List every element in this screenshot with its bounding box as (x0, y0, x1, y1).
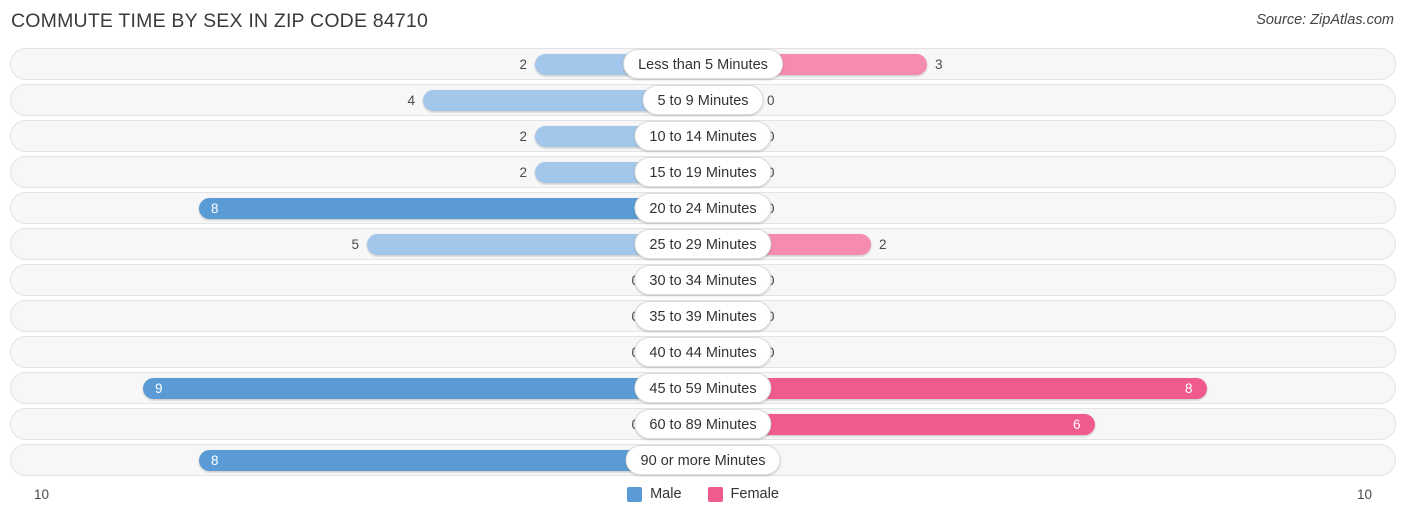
chart-footer: 10 10 Male Female (0, 484, 1406, 522)
page-title: COMMUTE TIME BY SEX IN ZIP CODE 84710 (11, 10, 429, 32)
category-label: 45 to 59 Minutes (634, 373, 772, 403)
source-attribution: Source: ZipAtlas.com (1256, 12, 1394, 28)
male-color-swatch (627, 486, 643, 502)
male-value-label: 8 (211, 453, 219, 468)
category-label: 90 or more Minutes (625, 445, 781, 475)
female-value-label: 8 (1185, 381, 1193, 396)
male-value-label: 0 (10, 271, 639, 290)
category-label: 15 to 19 Minutes (634, 157, 772, 187)
legend-item-female[interactable]: Female (707, 486, 779, 502)
male-value-label: 5 (351, 237, 359, 252)
female-bar[interactable] (703, 378, 1207, 399)
chart-row: 2 3 Less than 5 Minutes (10, 46, 1396, 82)
category-label: 10 to 14 Minutes (634, 121, 772, 151)
male-value-label: 9 (155, 381, 163, 396)
female-value-label: 0 (767, 93, 775, 108)
chart-legend: Male Female (0, 486, 1406, 502)
chart-row: 0030 to 34 Minutes (10, 262, 1396, 298)
chart-row: 0040 to 44 Minutes (10, 334, 1396, 370)
chart-header: COMMUTE TIME BY SEX IN ZIP CODE 84710 So… (0, 0, 1406, 44)
chart-row: 5 2 25 to 29 Minutes (10, 226, 1396, 262)
category-label: 20 to 24 Minutes (634, 193, 772, 223)
legend-label-female: Female (730, 486, 779, 502)
category-label: Less than 5 Minutes (623, 49, 783, 79)
chart-row: 4 05 to 9 Minutes (10, 82, 1396, 118)
male-value-label: 0 (10, 307, 639, 326)
category-label: 35 to 39 Minutes (634, 301, 772, 331)
chart-row: 2015 to 19 Minutes (10, 154, 1396, 190)
category-label: 30 to 34 Minutes (634, 265, 772, 295)
male-bar[interactable] (143, 378, 703, 399)
category-label: 25 to 29 Minutes (634, 229, 772, 259)
female-color-swatch (707, 486, 723, 502)
legend-label-male: Male (650, 486, 682, 502)
category-label: 5 to 9 Minutes (642, 85, 764, 115)
male-value-label: 8 (211, 201, 219, 216)
chart-row: 8090 or more Minutes (10, 442, 1396, 478)
male-value-label: 2 (519, 165, 527, 180)
male-value-label: 2 (519, 57, 527, 72)
chart-row: 9 8 45 to 59 Minutes (10, 370, 1396, 406)
male-value-label: 0 (10, 343, 639, 362)
male-value-label: 4 (407, 93, 415, 108)
chart-row: 2010 to 14 Minutes (10, 118, 1396, 154)
chart-row: 8020 to 24 Minutes (10, 190, 1396, 226)
male-value-label: 0 (10, 415, 639, 434)
category-label: 60 to 89 Minutes (634, 409, 772, 439)
female-value-label: 2 (879, 237, 887, 252)
category-label: 40 to 44 Minutes (634, 337, 772, 367)
male-bar[interactable] (199, 198, 703, 219)
diverging-bar-chart: 23Less than 5 Minutes405 to 9 Minutes201… (0, 46, 1406, 486)
chart-page: COMMUTE TIME BY SEX IN ZIP CODE 84710 So… (0, 0, 1406, 522)
chart-row: 0 6 60 to 89 Minutes (10, 406, 1396, 442)
female-value-label: 3 (935, 57, 943, 72)
female-value-label: 6 (1073, 417, 1081, 432)
chart-row: 0035 to 39 Minutes (10, 298, 1396, 334)
male-value-label: 2 (519, 129, 527, 144)
chart-rows: 23Less than 5 Minutes405 to 9 Minutes201… (10, 46, 1396, 478)
legend-item-male[interactable]: Male (627, 486, 682, 502)
